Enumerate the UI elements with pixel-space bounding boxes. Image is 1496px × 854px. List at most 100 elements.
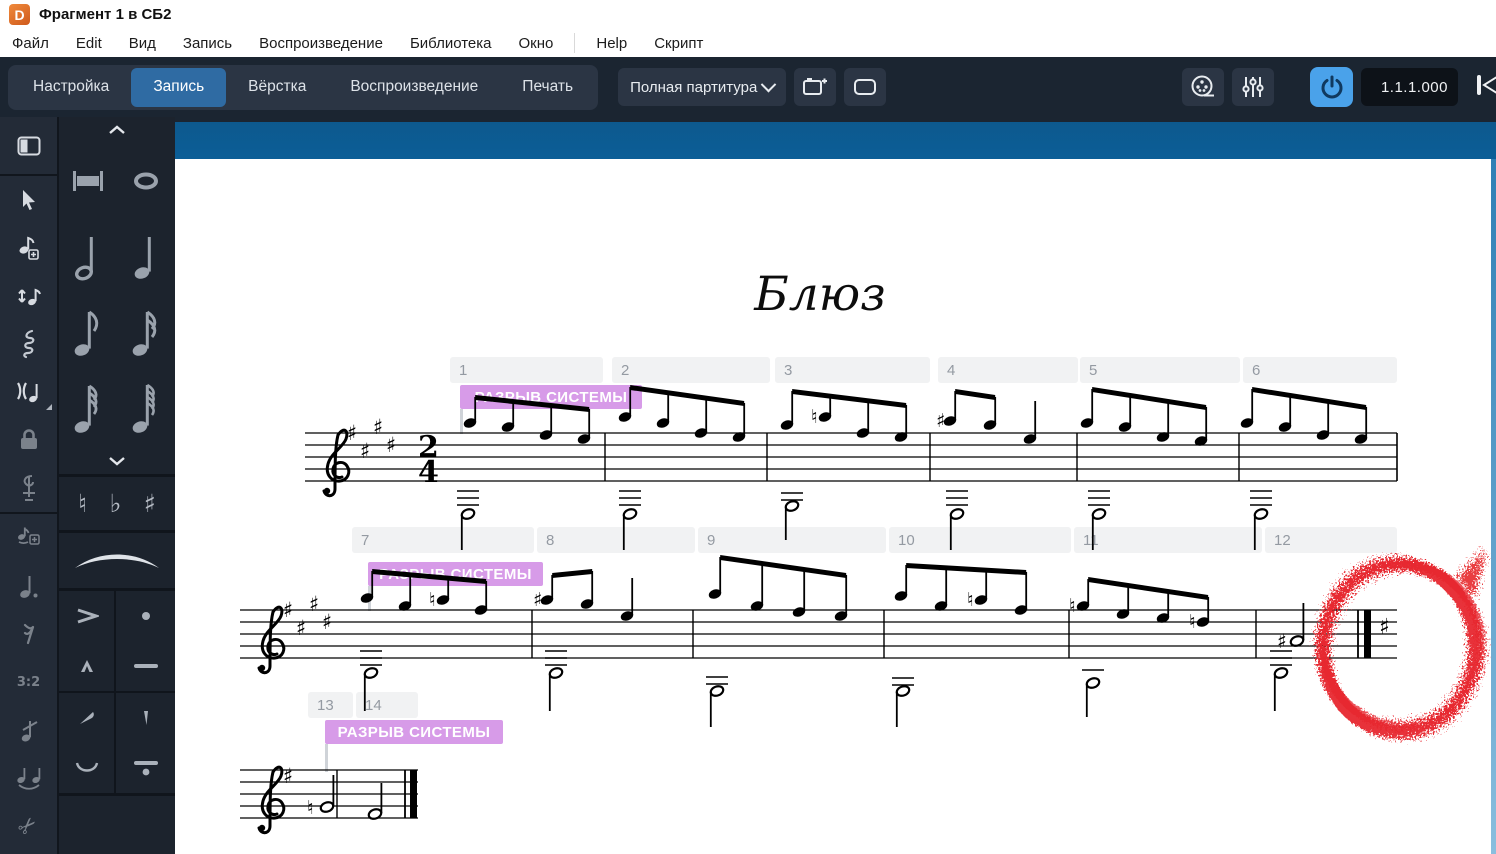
marcato-button[interactable]: [59, 641, 116, 691]
transpose-tool[interactable]: [0, 272, 57, 320]
svg-text:♯: ♯: [296, 616, 306, 640]
menu-help[interactable]: Help: [596, 35, 627, 52]
staccatissimo-button[interactable]: [116, 693, 175, 743]
svg-text:♯: ♯: [360, 439, 370, 463]
articulations-grid: [59, 591, 175, 796]
panel-scroll-down[interactable]: [59, 447, 175, 477]
dotted-note-tool[interactable]: [0, 562, 57, 610]
single-view-button[interactable]: [844, 68, 887, 106]
duration-breve[interactable]: [59, 143, 117, 219]
accent-button[interactable]: [59, 591, 116, 641]
flag-tool[interactable]: [0, 368, 57, 416]
slur-button[interactable]: [59, 533, 175, 591]
trill-spiral-icon: [22, 329, 34, 359]
video-button[interactable]: [1182, 68, 1224, 106]
svg-text:♯: ♯: [373, 415, 383, 439]
tab-play[interactable]: Воспроизведение: [328, 68, 500, 107]
tool-rail: 3:2 ✂: [0, 117, 57, 854]
grace-note-tool[interactable]: [0, 514, 57, 562]
tie-tool[interactable]: [0, 754, 57, 802]
rest-icon: [23, 623, 34, 645]
power-button[interactable]: [1310, 67, 1353, 107]
unstress-button[interactable]: [59, 743, 116, 793]
grace-slash-icon: [21, 721, 37, 742]
chevron-up-icon: [109, 125, 125, 134]
sharp-button[interactable]: ♯: [144, 489, 156, 518]
panel-toggle-button[interactable]: [0, 126, 57, 166]
add-tab-button[interactable]: [794, 68, 837, 106]
menu-view[interactable]: Вид: [129, 35, 156, 52]
tie-icon: [16, 768, 40, 790]
panel-toggle-icon: [17, 136, 40, 155]
clef-tool[interactable]: [0, 464, 57, 512]
workspace: 3:2 ✂ ♮ ♭ ♯ Блюз 1 2 3 4 5 6 7 8 9 10 11…: [0, 117, 1496, 854]
lock-tool[interactable]: [0, 416, 57, 464]
svg-text:4: 4: [418, 455, 439, 490]
rest-tool[interactable]: [0, 610, 57, 658]
note-plus-icon: [19, 236, 39, 260]
svg-text:♯: ♯: [283, 598, 293, 622]
tenuto-button[interactable]: [116, 641, 175, 691]
menu-play[interactable]: Воспроизведение: [259, 35, 383, 52]
breve-icon: [73, 171, 103, 191]
panel-scroll-up[interactable]: [59, 117, 175, 143]
dorico-app-icon: D: [9, 4, 30, 25]
video-reel-icon: [1191, 75, 1214, 97]
duration-grid: [59, 143, 175, 447]
duration-eighth[interactable]: [59, 295, 117, 371]
menu-window[interactable]: Окно: [519, 35, 554, 52]
tab-write[interactable]: Запись: [131, 67, 227, 107]
trill-tool[interactable]: [0, 320, 57, 368]
single-view-icon: [854, 79, 877, 95]
stress-button[interactable]: [59, 693, 116, 743]
menu-write[interactable]: Запись: [183, 35, 232, 52]
natural-button[interactable]: ♮: [78, 489, 87, 518]
tab-print[interactable]: Печать: [500, 68, 595, 107]
svg-text:♮: ♮: [307, 797, 314, 819]
sixty-fourth-note-icon: [132, 383, 155, 433]
duration-half[interactable]: [59, 219, 117, 295]
note-input-tool[interactable]: [0, 224, 57, 272]
score-canvas[interactable]: Блюз 1 2 3 4 5 6 7 8 9 10 11 12 13 14 РА…: [175, 117, 1496, 854]
duration-quarter[interactable]: [117, 219, 175, 295]
scissors-icon: ✂: [13, 810, 44, 842]
staccato-button[interactable]: [116, 591, 175, 641]
duration-sixty-fourth[interactable]: [117, 371, 175, 447]
red-circle-annotation: [1316, 548, 1487, 739]
select-tool[interactable]: [0, 176, 57, 224]
dotted-note-icon: [19, 576, 37, 598]
duration-thirty-second[interactable]: [59, 371, 117, 447]
loure-button[interactable]: [116, 743, 175, 793]
svg-text:♮: ♮: [811, 406, 818, 428]
go-to-start-button[interactable]: [1474, 72, 1496, 103]
flat-button[interactable]: ♭: [110, 489, 122, 518]
menu-library[interactable]: Библиотека: [410, 35, 492, 52]
menu-file[interactable]: Файл: [12, 35, 49, 52]
mixer-button[interactable]: [1232, 68, 1274, 106]
go-to-start-icon: [1477, 74, 1496, 95]
clef-insert-icon: [22, 475, 35, 501]
grace-slash-tool[interactable]: [0, 706, 57, 754]
lock-icon: [20, 429, 37, 449]
menu-divider: [574, 33, 576, 53]
tuplet-tool[interactable]: 3:2: [0, 658, 57, 706]
menu-script[interactable]: Скрипт: [654, 35, 703, 52]
title-bar: D Фрагмент 1 в СБ2: [0, 0, 1496, 29]
pitch-up-down-icon: [17, 288, 41, 306]
tab-setup[interactable]: Настройка: [11, 68, 131, 107]
menu-edit[interactable]: Edit: [76, 35, 102, 52]
svg-text:♮: ♮: [429, 589, 436, 611]
panel-empty-section: [59, 796, 175, 854]
scissors-tool[interactable]: ✂: [0, 802, 57, 850]
tab-engrave[interactable]: Вёрстка: [226, 68, 328, 107]
accidentals-row: ♮ ♭ ♯: [59, 477, 175, 533]
window-title: Фрагмент 1 в СБ2: [39, 6, 172, 23]
svg-text:♯: ♯: [283, 764, 293, 788]
layout-selector[interactable]: Полная партитура: [618, 68, 787, 106]
music-notation[interactable]: ♯♯♯♯ 24♮ ♯♯♯♯♯ ♯♮ ♯ ♮ ♮♮♯♯♮: [175, 117, 1496, 854]
duration-sixteenth[interactable]: [117, 295, 175, 371]
slur-icon: [75, 554, 159, 568]
duration-whole[interactable]: [117, 143, 175, 219]
svg-text:♯: ♯: [322, 610, 332, 634]
submenu-corner: [46, 404, 52, 410]
